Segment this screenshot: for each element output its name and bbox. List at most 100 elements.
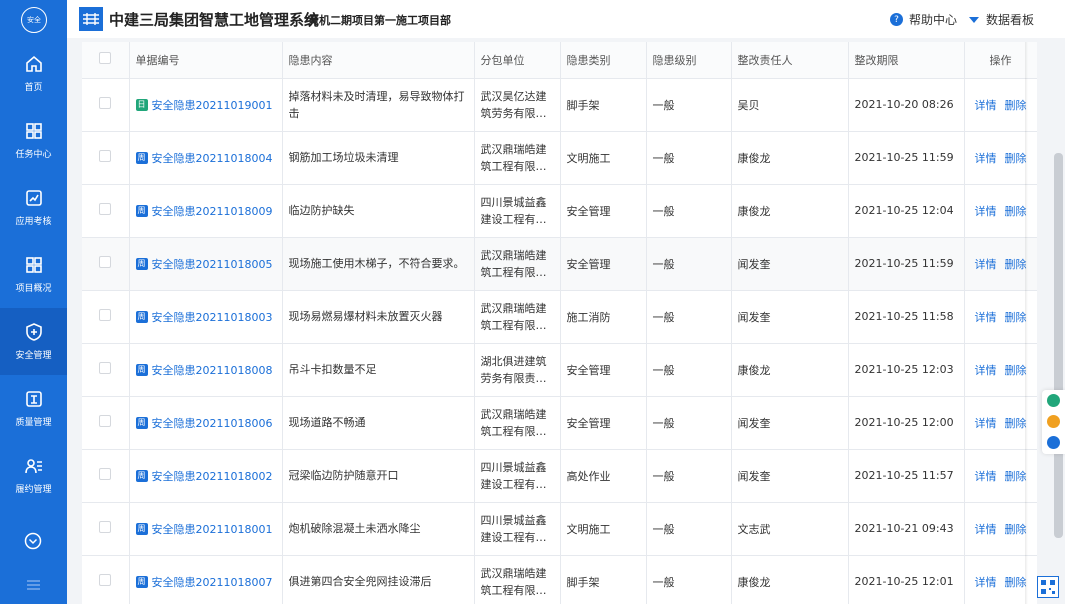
row-select-cell[interactable] (82, 396, 130, 450)
sidebar-item-label: 项目概况 (15, 284, 52, 294)
row-checkbox[interactable] (99, 256, 112, 268)
content-cell: 现场易燃易爆材料未放置灭火器 (282, 290, 475, 344)
code-cell: 周安全隐患20211018001 (129, 502, 283, 556)
row-select-cell[interactable] (82, 449, 130, 503)
sidebar-item-safety[interactable]: 安全管理 (0, 308, 67, 375)
owner-cell: 文志武 (731, 502, 849, 556)
deadline-cell: 2021-10-25 12:00 (848, 396, 965, 450)
detail-link[interactable]: 详情 (975, 470, 997, 483)
owner-cell: 闻发奎 (731, 237, 849, 291)
owner-cell: 康俊龙 (731, 343, 849, 397)
delete-link[interactable]: 删除 (1005, 470, 1027, 483)
table-row[interactable]: 周安全隐患20211018001 炮机破除混凝土未洒水降尘 四川景城益鑫建设工程有限… (82, 502, 1037, 556)
hazard-code-link[interactable]: 周安全隐患20211018008 (135, 362, 276, 378)
table-row[interactable]: 周安全隐患20211018009 临边防护缺失 四川景城益鑫建设工程有限... 安全管… (82, 184, 1037, 238)
row-select-cell[interactable] (82, 131, 130, 185)
row-checkbox[interactable] (99, 309, 112, 321)
hazard-code-link[interactable]: 周安全隐患20211018005 (135, 256, 276, 272)
qr-code-icon[interactable] (1037, 576, 1059, 598)
content-cell: 吊斗卡扣数量不足 (282, 343, 475, 397)
row-checkbox[interactable] (99, 415, 112, 427)
menu-icon[interactable] (27, 580, 40, 590)
hazard-code-link[interactable]: 周安全隐患20211018001 (135, 521, 276, 537)
row-checkbox[interactable] (99, 574, 112, 586)
edit-icon[interactable] (1047, 436, 1060, 449)
owner-cell: 康俊龙 (731, 184, 849, 238)
row-select-cell[interactable] (82, 184, 130, 238)
avatar[interactable]: 安全 (21, 7, 47, 33)
hazard-code-link[interactable]: 周安全隐患20211018006 (135, 415, 276, 431)
sidebar-item-home[interactable]: 首页 (0, 40, 67, 107)
table-row[interactable]: 周安全隐患20211018004 钢筋加工场垃圾未清理 武汉鼎瑞皓建筑工程有限公..… (82, 131, 1037, 185)
owner-cell: 闻发奎 (731, 449, 849, 503)
delete-link[interactable]: 删除 (1005, 364, 1027, 377)
delete-link[interactable]: 删除 (1005, 152, 1027, 165)
detail-link[interactable]: 详情 (975, 258, 997, 271)
hazard-code-link[interactable]: 周安全隐患20211018007 (135, 574, 276, 590)
content-cell: 临边防护缺失 (282, 184, 475, 238)
delete-link[interactable]: 删除 (1005, 99, 1027, 112)
delete-link[interactable]: 删除 (1005, 417, 1027, 430)
table-row[interactable]: 周安全隐患20211018008 吊斗卡扣数量不足 湖北俱进建筑劳务有限责任... 安… (82, 343, 1037, 397)
table-row[interactable]: 周安全隐患20211018002 冠梁临边防护随意开口 四川景城益鑫建设工程有限..… (82, 449, 1037, 503)
delete-link[interactable]: 删除 (1005, 258, 1027, 271)
shield-plus-icon (25, 323, 42, 341)
select-all-cell[interactable] (82, 42, 130, 79)
sidebar-item-quality[interactable]: 质量管理 (0, 375, 67, 442)
row-checkbox[interactable] (99, 97, 112, 109)
hazard-code-link[interactable]: 周安全隐患20211018003 (135, 309, 276, 325)
notice-icon[interactable] (1047, 415, 1060, 428)
sidebar-item-task-center[interactable]: 任务中心 (0, 107, 67, 174)
contact-icon[interactable] (1047, 394, 1060, 407)
table-row[interactable]: 周安全隐患20211018003 现场易燃易爆材料未放置灭火器 武汉鼎瑞皓建筑工程有… (82, 290, 1037, 344)
delete-link[interactable]: 删除 (1005, 311, 1027, 324)
select-all-checkbox[interactable] (99, 52, 112, 65)
row-select-cell[interactable] (82, 290, 130, 344)
chevron-down-circle-icon[interactable] (24, 532, 42, 550)
sidebar-item-app-assessment[interactable]: 应用考核 (0, 174, 67, 241)
detail-link[interactable]: 详情 (975, 152, 997, 165)
table-row[interactable]: 周安全隐患20211018006 现场道路不畅通 武汉鼎瑞皓建筑工程有限公... 安全… (82, 396, 1037, 450)
system-title: 中建三局集团智慧工地管理系统 (109, 11, 320, 29)
delete-link[interactable]: 删除 (1005, 576, 1027, 589)
row-select-cell[interactable] (82, 78, 130, 132)
row-checkbox[interactable] (99, 203, 112, 215)
row-select-cell[interactable] (82, 237, 130, 291)
row-select-cell[interactable] (82, 343, 130, 397)
scrollbar-thumb[interactable] (1054, 153, 1063, 538)
detail-link[interactable]: 详情 (975, 205, 997, 218)
table-row[interactable]: 周安全隐患20211018005 现场施工使用木梯子，不符合要求。 武汉鼎瑞皓建筑工… (82, 237, 1037, 291)
hazard-code-link[interactable]: 日安全隐患20211019001 (135, 97, 276, 113)
detail-link[interactable]: 详情 (975, 417, 997, 430)
hazard-content: 掉落材料未及时清理，易导致物体打击 (288, 89, 465, 120)
table-row[interactable]: 日安全隐患20211019001 掉落材料未及时清理，易导致物体打击 武汉昊亿达建筑… (82, 78, 1037, 132)
detail-link[interactable]: 详情 (975, 523, 997, 536)
project-title[interactable]: 黄机二期项目第一施工项目部 (308, 12, 451, 28)
help-center-link[interactable]: ? 帮助中心 (890, 11, 957, 28)
row-checkbox[interactable] (99, 521, 112, 533)
hazard-code-link[interactable]: 周安全隐患20211018009 (135, 203, 276, 219)
sidebar-item-contract[interactable]: 履约管理 (0, 442, 67, 509)
table-row[interactable]: 周安全隐患20211018007 俱进第四合安全兜网挂设滞后 武汉鼎瑞皓建筑工程有限… (82, 555, 1037, 604)
row-checkbox[interactable] (99, 362, 112, 374)
dashboard-label: 数据看板 (986, 13, 1035, 27)
level-cell: 一般 (646, 78, 732, 132)
detail-link[interactable]: 详情 (975, 311, 997, 324)
level-cell: 一般 (646, 396, 732, 450)
row-select-cell[interactable] (82, 555, 130, 604)
detail-link[interactable]: 详情 (975, 576, 997, 589)
detail-link[interactable]: 详情 (975, 364, 997, 377)
delete-link[interactable]: 删除 (1005, 523, 1027, 536)
hazard-code-link[interactable]: 周安全隐患20211018004 (135, 150, 276, 166)
sidebar-item-project-overview[interactable]: 项目概况 (0, 241, 67, 308)
frequency-badge: 日 (135, 98, 148, 111)
hazard-code-link[interactable]: 周安全隐患20211018002 (135, 468, 276, 484)
hazard-code: 安全隐患20211018003 (151, 310, 273, 324)
dashboard-dropdown[interactable]: 数据看板 (969, 11, 1034, 28)
row-select-cell[interactable] (82, 502, 130, 556)
detail-link[interactable]: 详情 (975, 99, 997, 112)
row-checkbox[interactable] (99, 150, 112, 162)
level-cell: 一般 (646, 555, 732, 604)
delete-link[interactable]: 删除 (1005, 205, 1027, 218)
row-checkbox[interactable] (99, 468, 112, 480)
